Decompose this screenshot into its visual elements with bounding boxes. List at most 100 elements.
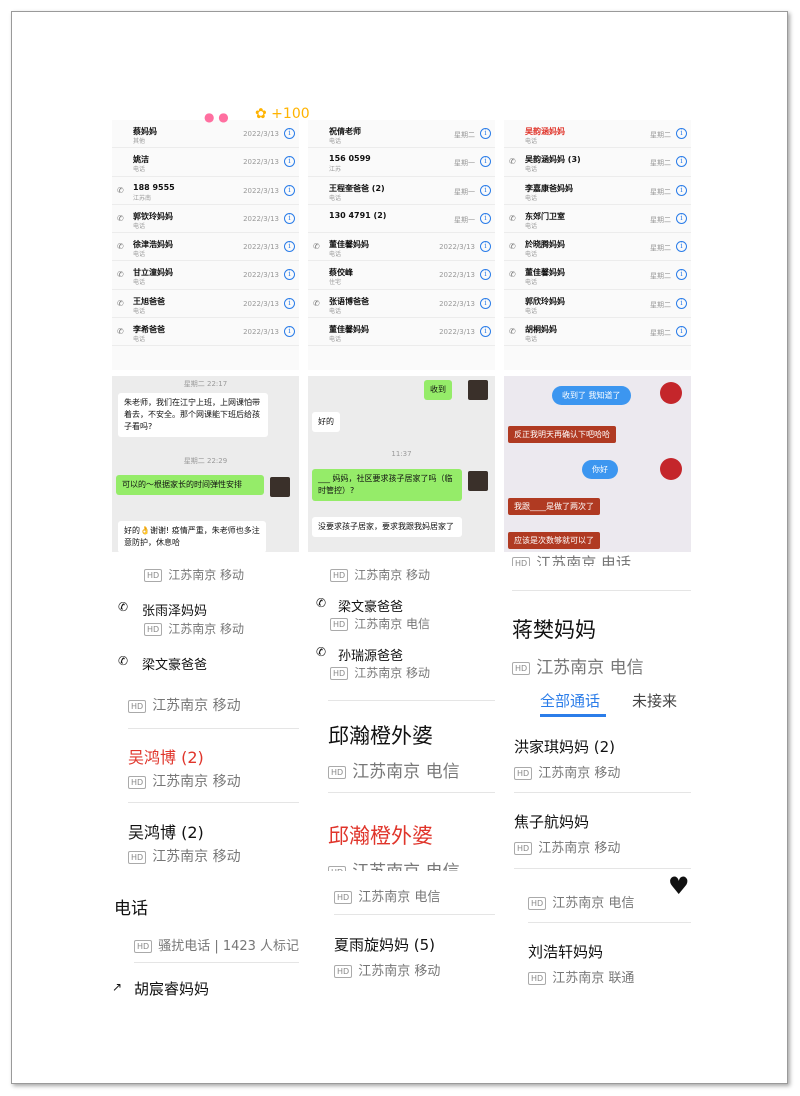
- info-icon[interactable]: i: [480, 128, 491, 139]
- call-row[interactable]: 156 0599 江苏 星期一 i: [308, 148, 495, 177]
- contact-name[interactable]: 孙瑞源爸爸: [338, 645, 403, 664]
- chat-message: 好的: [312, 412, 340, 432]
- call-location: HD 江苏南京 移动: [128, 695, 241, 715]
- info-icon[interactable]: i: [480, 326, 491, 338]
- call-row[interactable]: ✆ 李希爸爸 电话 2022/3/13 i: [112, 318, 299, 347]
- call-date: 星期二: [650, 329, 671, 338]
- divider: [514, 868, 691, 869]
- call-row[interactable]: ✆ 董佳馨妈妈 电话 星期二 i: [504, 261, 691, 290]
- call-row[interactable]: 130 4791 (2) 星期一 i: [308, 205, 495, 234]
- phone-icon: ✆: [509, 157, 516, 167]
- phone-icon: ✆: [117, 298, 124, 308]
- call-date: 2022/3/13: [439, 243, 475, 252]
- hd-icon: HD: [514, 842, 533, 855]
- hd-icon: HD: [144, 569, 163, 582]
- call-row[interactable]: 王程奎爸爸 (2) 电话 星期一 i: [308, 177, 495, 205]
- info-icon[interactable]: i: [676, 326, 687, 338]
- contact-name[interactable]: 邱瀚橙外婆: [328, 720, 433, 750]
- call-row[interactable]: ✆ 郭钦玲妈妈 电话 2022/3/13 i: [112, 205, 299, 234]
- tab-missed-calls[interactable]: 未接来: [632, 690, 677, 711]
- chat-panel-2: 收到 好的 11:37 ___ 妈妈，社区要求孩子居家了吗（临时管控）? 没要求…: [308, 376, 495, 552]
- call-row[interactable]: 李嘉康爸妈妈 电话 星期二 i: [504, 177, 691, 205]
- chat-reply-bubble: 收到: [424, 380, 452, 400]
- info-icon[interactable]: i: [676, 297, 687, 309]
- call-row[interactable]: ✆ 王旭爸爸 电话 2022/3/13 i: [112, 290, 299, 319]
- call-row[interactable]: 董佳馨妈妈 电话 2022/3/13 i: [308, 318, 495, 347]
- call-date: 星期二: [650, 300, 671, 309]
- info-icon[interactable]: i: [676, 156, 687, 168]
- call-row[interactable]: ✆ 吴韵涵妈妈 (3) 电话 星期二 i: [504, 148, 691, 177]
- info-icon[interactable]: i: [284, 326, 295, 338]
- info-icon[interactable]: i: [480, 212, 491, 224]
- call-row[interactable]: ✆ 东郊门卫室 电话 星期二 i: [504, 205, 691, 234]
- info-icon[interactable]: i: [676, 269, 687, 281]
- phone-icon: ✆: [509, 270, 516, 280]
- call-row[interactable]: ✆ 董佳馨妈妈 电话 2022/3/13 i: [308, 233, 495, 262]
- call-date: 2022/3/13: [243, 214, 279, 223]
- contact-name[interactable]: 梁文豪爸爸: [142, 654, 207, 673]
- call-row[interactable]: ✆ 张语博爸爸 电话 2022/3/13 i: [308, 290, 495, 319]
- chat-message: 我跟____是做了两次了: [508, 498, 600, 515]
- contact-name[interactable]: 胡宸睿妈妈: [134, 978, 209, 999]
- contact-name: 130 4791 (2): [329, 210, 387, 220]
- call-date: 2022/3/13: [243, 130, 279, 138]
- phone-icon: ✆: [118, 654, 129, 668]
- contact-name[interactable]: 吴鸿博 (2): [128, 819, 204, 843]
- call-row[interactable]: 蔡佼峰 住宅 2022/3/13 i: [308, 261, 495, 290]
- info-icon[interactable]: i: [480, 297, 491, 309]
- hd-icon: HD: [134, 940, 153, 953]
- contact-name-missed[interactable]: 吴鸿博 (2): [128, 744, 204, 768]
- info-icon[interactable]: i: [284, 269, 295, 281]
- info-icon[interactable]: i: [676, 184, 687, 196]
- call-row[interactable]: 吴韵涵妈妈 电话 星期二 i: [504, 120, 691, 149]
- call-row[interactable]: ✆ 188 9555 江苏南 2022/3/13 i: [112, 177, 299, 205]
- info-icon[interactable]: i: [480, 184, 491, 196]
- contact-name[interactable]: 蒋樊妈妈: [512, 614, 596, 644]
- call-row[interactable]: 郭欣玲妈妈 电话 星期二 i: [504, 290, 691, 319]
- hd-icon: HD: [330, 569, 349, 582]
- divider: [334, 914, 495, 915]
- contact-name[interactable]: 刘浩轩妈妈: [528, 941, 603, 962]
- call-location: HD 江苏南京 移动: [128, 846, 241, 866]
- call-list-panel-3: 吴韵涵妈妈 电话 星期二 i ✆ 吴韵涵妈妈 (3) 电话 星期二 i 李嘉康爸妈妈 电话 星期二 i ✆…: [504, 120, 691, 370]
- contact-name[interactable]: 张雨泽妈妈: [142, 600, 207, 619]
- contact-name[interactable]: 焦子航妈妈: [514, 811, 589, 832]
- info-icon[interactable]: i: [480, 269, 491, 281]
- info-icon[interactable]: i: [284, 241, 295, 253]
- chat-panel-1: 星期二 22:17 朱老师，我们在江宁上班，上网课怕带着去，不安全。那个网课能下…: [112, 376, 299, 552]
- tab-all-calls[interactable]: 全部通话: [540, 690, 600, 711]
- chat-message: 反正我明天再确认下吧哈哈: [508, 426, 616, 443]
- call-row[interactable]: 姚洁 电话 2022/3/13 i: [112, 148, 299, 177]
- heart-sticker-icon: ● ●: [204, 110, 229, 124]
- info-icon[interactable]: i: [480, 241, 491, 253]
- call-date: 2022/3/13: [243, 299, 279, 308]
- call-row[interactable]: ✆ 徐津浩妈妈 电话 2022/3/13 i: [112, 233, 299, 262]
- call-row[interactable]: 祝倩老师 电话 星期二 i: [308, 120, 495, 149]
- call-row[interactable]: ✆ 於晓腾妈妈 电话 星期二 i: [504, 233, 691, 262]
- avatar: [660, 382, 682, 404]
- info-icon[interactable]: i: [676, 128, 687, 139]
- info-icon[interactable]: i: [480, 156, 491, 168]
- info-icon[interactable]: i: [284, 184, 295, 196]
- hd-icon: HD: [128, 775, 147, 789]
- call-row[interactable]: 蔡妈妈 其他 2022/3/13 i: [112, 120, 299, 149]
- call-list-column-3: HD 江苏南京 电话 蒋樊妈妈 HD 江苏南京 电信 全部通话 未接来 洪家琪妈妈 …: [504, 552, 691, 1002]
- contact-name[interactable]: 梁文豪爸爸: [338, 596, 403, 615]
- chat-message: 朱老师，我们在江宁上班，上网课怕带着去，不安全。那个网课能下班后给孩子看吗?: [118, 393, 268, 437]
- info-icon[interactable]: i: [676, 241, 687, 253]
- divider: [328, 700, 495, 701]
- chat-time: 星期二 22:17: [183, 380, 228, 388]
- contact-name[interactable]: 洪家琪妈妈 (2): [514, 736, 615, 757]
- info-icon[interactable]: i: [284, 156, 295, 168]
- info-icon[interactable]: i: [676, 212, 687, 224]
- call-row[interactable]: ✆ 甘立潼妈妈 电话 2022/3/13 i: [112, 261, 299, 290]
- info-icon[interactable]: i: [284, 297, 295, 309]
- contact-name[interactable]: 电话: [114, 894, 148, 919]
- contact-name-missed[interactable]: 邱瀚橙外婆: [328, 820, 433, 850]
- info-icon[interactable]: i: [284, 212, 295, 224]
- call-location: HD江苏南京 电信: [328, 757, 460, 782]
- call-row[interactable]: ✆ 胡桐妈妈 电话 星期二 i: [504, 318, 691, 347]
- info-icon[interactable]: i: [284, 128, 295, 139]
- hd-icon: HD: [144, 623, 163, 636]
- contact-name[interactable]: 夏雨旋妈妈 (5): [334, 934, 435, 955]
